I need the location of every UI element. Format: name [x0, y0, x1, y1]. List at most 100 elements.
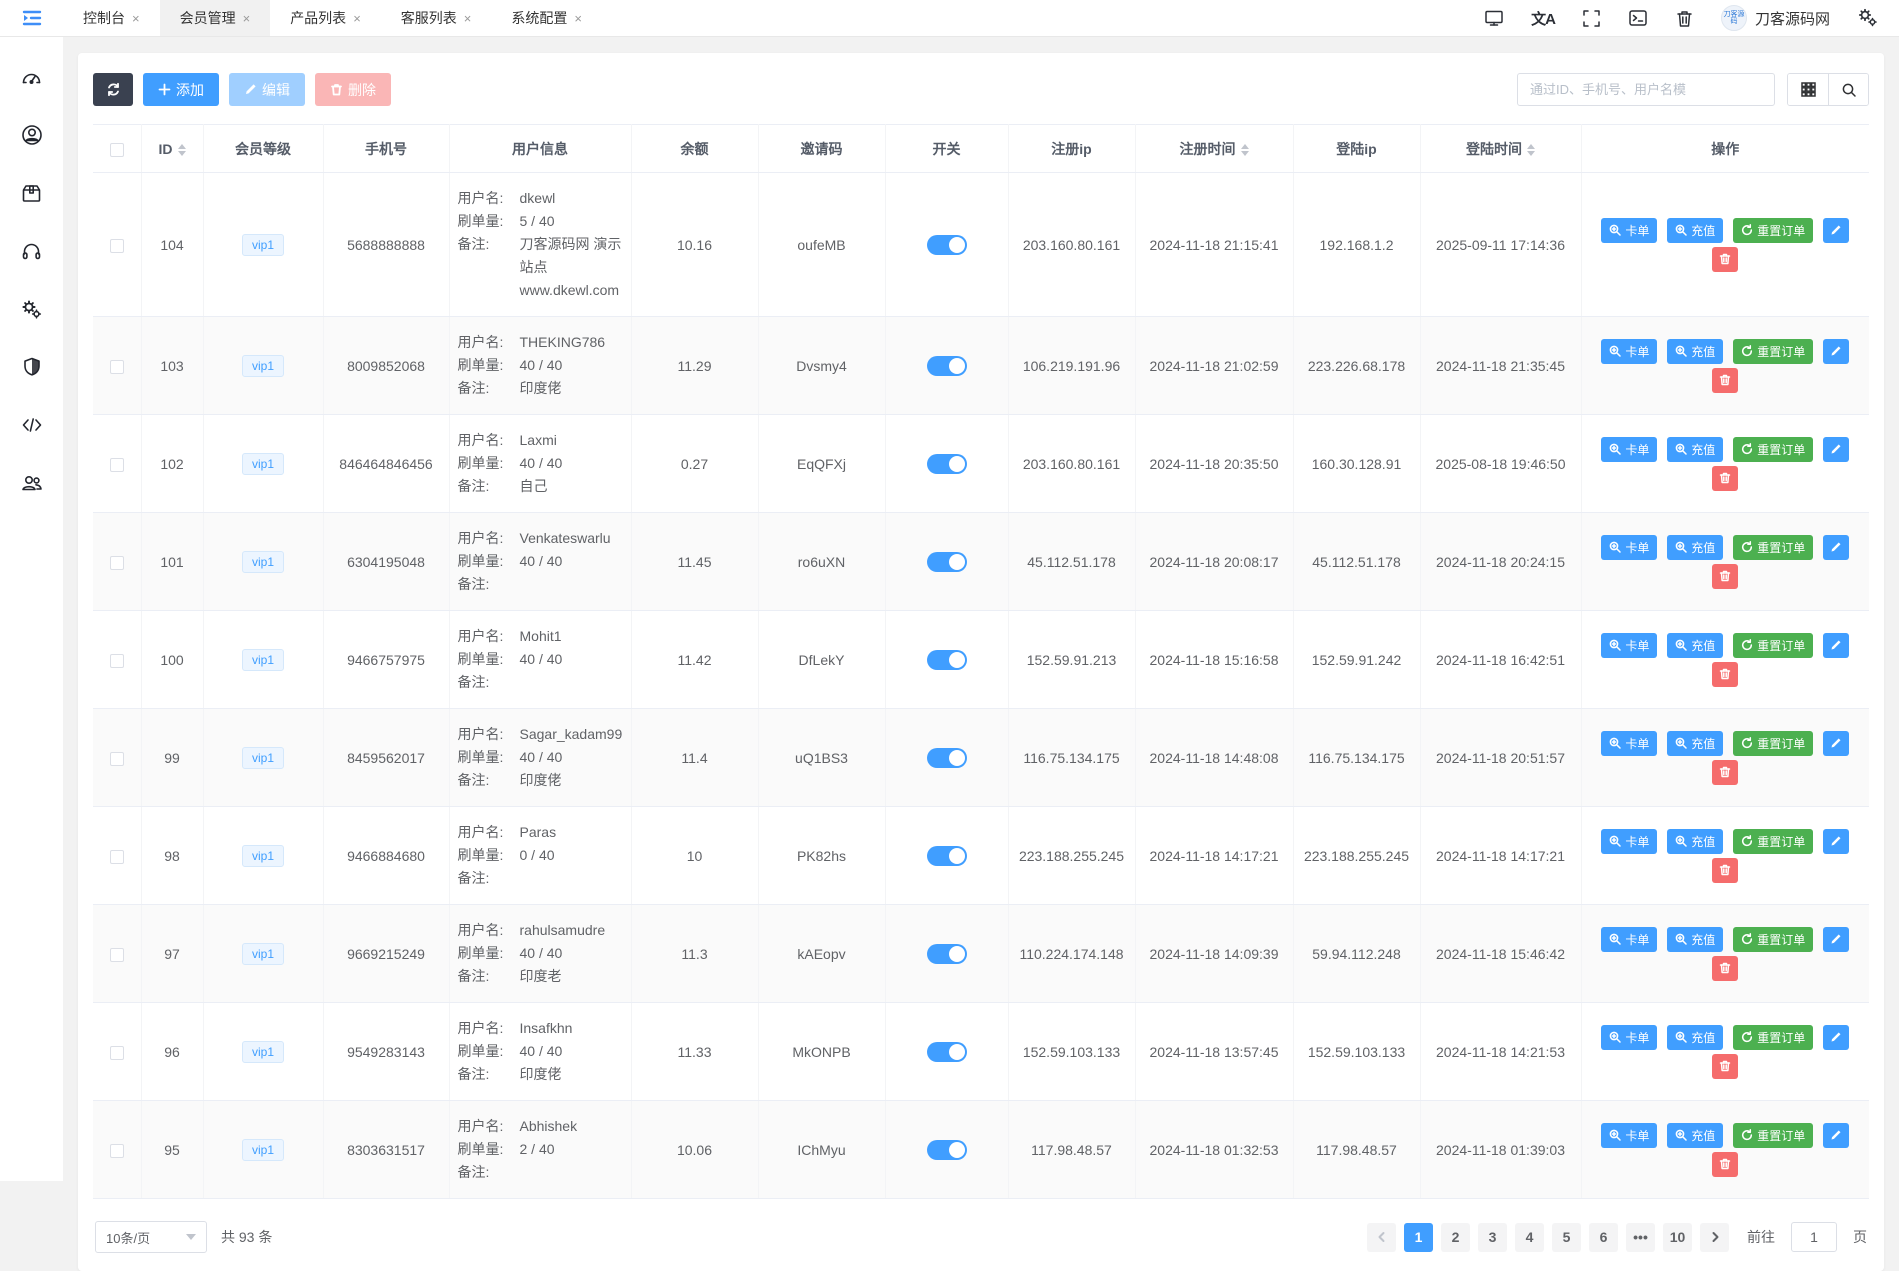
recharge-button[interactable]: 充值: [1667, 1025, 1723, 1050]
member-management-icon[interactable]: [20, 123, 44, 147]
close-icon[interactable]: ×: [243, 12, 251, 25]
vip-level-badge[interactable]: vip1: [242, 1139, 284, 1161]
page-number-button[interactable]: 1: [1404, 1223, 1433, 1252]
delete-row-button[interactable]: [1712, 760, 1738, 785]
page-number-button[interactable]: 3: [1478, 1223, 1507, 1252]
vip-level-badge[interactable]: vip1: [242, 551, 284, 573]
topbar-tab[interactable]: 会员管理 ×: [160, 0, 271, 36]
edit-row-button[interactable]: [1823, 633, 1849, 658]
delete-row-button[interactable]: [1712, 1152, 1738, 1177]
recharge-button[interactable]: 充值: [1667, 1123, 1723, 1148]
reset-order-button[interactable]: 重置订单: [1733, 829, 1813, 854]
recharge-button[interactable]: 充值: [1667, 633, 1723, 658]
card-order-button[interactable]: 卡单: [1601, 535, 1657, 560]
select-all-checkbox[interactable]: [110, 143, 124, 157]
product-box-icon[interactable]: [20, 181, 44, 205]
page-number-button[interactable]: •••: [1626, 1223, 1655, 1252]
close-icon[interactable]: ×: [574, 12, 582, 25]
row-checkbox[interactable]: [110, 458, 124, 472]
row-checkbox[interactable]: [110, 1144, 124, 1158]
card-order-button[interactable]: 卡单: [1601, 437, 1657, 462]
recharge-button[interactable]: 充值: [1667, 927, 1723, 952]
page-number-button[interactable]: 4: [1515, 1223, 1544, 1252]
delete-row-button[interactable]: [1712, 858, 1738, 883]
recharge-button[interactable]: 充值: [1667, 731, 1723, 756]
reset-order-button[interactable]: 重置订单: [1733, 731, 1813, 756]
status-toggle[interactable]: [927, 944, 967, 964]
close-icon[interactable]: ×: [353, 12, 361, 25]
status-toggle[interactable]: [927, 846, 967, 866]
card-order-button[interactable]: 卡单: [1601, 1025, 1657, 1050]
row-checkbox[interactable]: [110, 752, 124, 766]
row-checkbox[interactable]: [110, 850, 124, 864]
next-page-button[interactable]: [1700, 1223, 1729, 1252]
column-grid-button[interactable]: [1788, 74, 1828, 105]
header-reg-time[interactable]: 注册时间: [1135, 125, 1293, 173]
delete-row-button[interactable]: [1712, 956, 1738, 981]
page-number-button[interactable]: 6: [1589, 1223, 1618, 1252]
sidebar-collapse-button[interactable]: [0, 0, 63, 36]
recharge-button[interactable]: 充值: [1667, 339, 1723, 364]
page-number-button[interactable]: 5: [1552, 1223, 1581, 1252]
sort-icon[interactable]: [1527, 144, 1535, 156]
edit-row-button[interactable]: [1823, 1123, 1849, 1148]
users-group-icon[interactable]: [20, 471, 44, 495]
header-login-time[interactable]: 登陆时间: [1420, 125, 1581, 173]
card-order-button[interactable]: 卡单: [1601, 829, 1657, 854]
status-toggle[interactable]: [927, 1042, 967, 1062]
vip-level-badge[interactable]: vip1: [242, 649, 284, 671]
settings-gears-icon[interactable]: [1857, 7, 1879, 29]
close-icon[interactable]: ×: [132, 12, 140, 25]
row-checkbox[interactable]: [110, 654, 124, 668]
reset-order-button[interactable]: 重置订单: [1733, 437, 1813, 462]
status-toggle[interactable]: [927, 235, 967, 255]
vip-level-badge[interactable]: vip1: [242, 453, 284, 475]
vip-level-badge[interactable]: vip1: [242, 355, 284, 377]
recharge-button[interactable]: 充值: [1667, 829, 1723, 854]
delete-row-button[interactable]: [1712, 662, 1738, 687]
goto-page-input[interactable]: [1791, 1222, 1837, 1252]
card-order-button[interactable]: 卡单: [1601, 218, 1657, 243]
reset-order-button[interactable]: 重置订单: [1733, 633, 1813, 658]
vip-level-badge[interactable]: vip1: [242, 845, 284, 867]
delete-row-button[interactable]: [1712, 368, 1738, 393]
fullscreen-icon[interactable]: [1582, 9, 1601, 28]
row-checkbox[interactable]: [110, 360, 124, 374]
status-toggle[interactable]: [927, 650, 967, 670]
sort-icon[interactable]: [178, 144, 186, 156]
row-checkbox[interactable]: [110, 948, 124, 962]
card-order-button[interactable]: 卡单: [1601, 633, 1657, 658]
edit-row-button[interactable]: [1823, 829, 1849, 854]
topbar-tab[interactable]: 控制台 ×: [63, 0, 160, 36]
reset-order-button[interactable]: 重置订单: [1733, 1123, 1813, 1148]
delete-row-button[interactable]: [1712, 466, 1738, 491]
delete-row-button[interactable]: [1712, 1054, 1738, 1079]
support-headset-icon[interactable]: [20, 239, 44, 263]
card-order-button[interactable]: 卡单: [1601, 927, 1657, 952]
card-order-button[interactable]: 卡单: [1601, 731, 1657, 756]
edit-row-button[interactable]: [1823, 535, 1849, 560]
status-toggle[interactable]: [927, 1140, 967, 1160]
edit-button[interactable]: 编辑: [229, 73, 305, 106]
vip-level-badge[interactable]: vip1: [242, 234, 284, 256]
vip-level-badge[interactable]: vip1: [242, 943, 284, 965]
terminal-icon[interactable]: [1628, 8, 1648, 28]
edit-row-button[interactable]: [1823, 437, 1849, 462]
add-button[interactable]: 添加: [143, 73, 219, 106]
recharge-button[interactable]: 充值: [1667, 535, 1723, 560]
sort-icon[interactable]: [1241, 144, 1249, 156]
trash-icon[interactable]: [1675, 9, 1694, 28]
edit-row-button[interactable]: [1823, 927, 1849, 952]
header-id[interactable]: ID: [141, 125, 203, 173]
topbar-tab[interactable]: 产品列表 ×: [270, 0, 381, 36]
delete-button[interactable]: 删除: [315, 73, 391, 106]
topbar-tab[interactable]: 系统配置 ×: [491, 0, 602, 36]
card-order-button[interactable]: 卡单: [1601, 339, 1657, 364]
row-checkbox[interactable]: [110, 239, 124, 253]
search-input[interactable]: [1517, 73, 1775, 106]
security-shield-icon[interactable]: [20, 355, 44, 379]
page-size-select[interactable]: 10条/页: [95, 1221, 207, 1253]
prev-page-button[interactable]: [1367, 1223, 1396, 1252]
reset-order-button[interactable]: 重置订单: [1733, 339, 1813, 364]
status-toggle[interactable]: [927, 356, 967, 376]
